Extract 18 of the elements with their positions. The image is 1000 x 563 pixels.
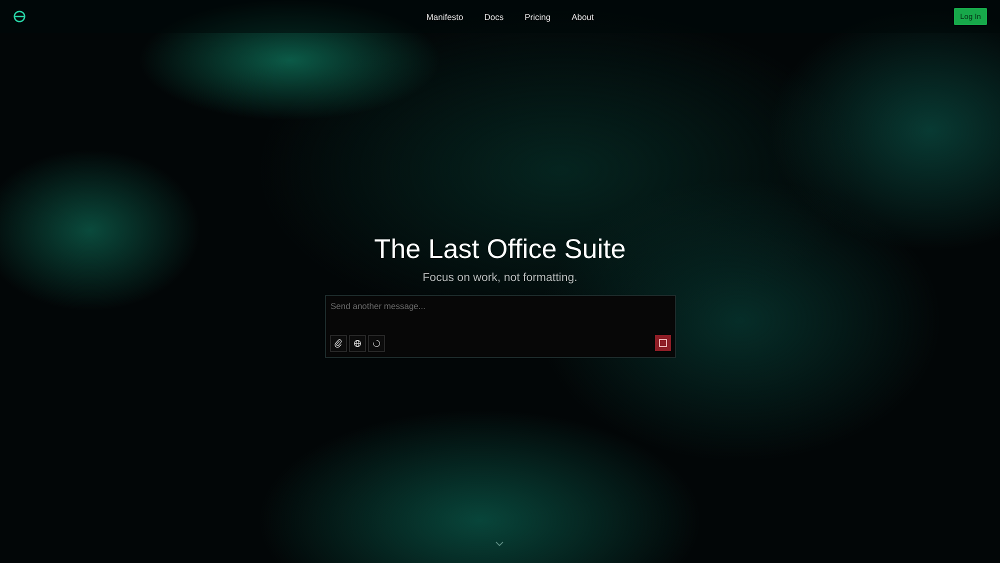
chevron-down-icon[interactable]	[495, 541, 504, 547]
nav-link[interactable]: Pricing	[524, 12, 551, 22]
hero-title: The Last Office Suite	[374, 234, 626, 265]
web-button[interactable]	[348, 335, 366, 352]
stop-icon	[658, 339, 666, 347]
message-composer[interactable]: Send another message...	[324, 295, 676, 358]
globe-icon	[352, 339, 362, 348]
loading-button[interactable]	[368, 335, 384, 352]
stop-button[interactable]	[654, 335, 670, 351]
message-input[interactable]: Send another message...	[330, 300, 670, 326]
nav-link[interactable]: Docs	[484, 12, 504, 22]
paperclip-icon	[334, 339, 342, 348]
nav-link[interactable]: Manifesto	[426, 12, 464, 22]
hero-subtitle: Focus on work, not formatting.	[422, 272, 578, 284]
logo-icon[interactable]	[13, 10, 26, 23]
attach-button[interactable]	[330, 335, 346, 352]
nav-link[interactable]: About	[572, 12, 594, 22]
spinner-icon	[372, 339, 380, 348]
